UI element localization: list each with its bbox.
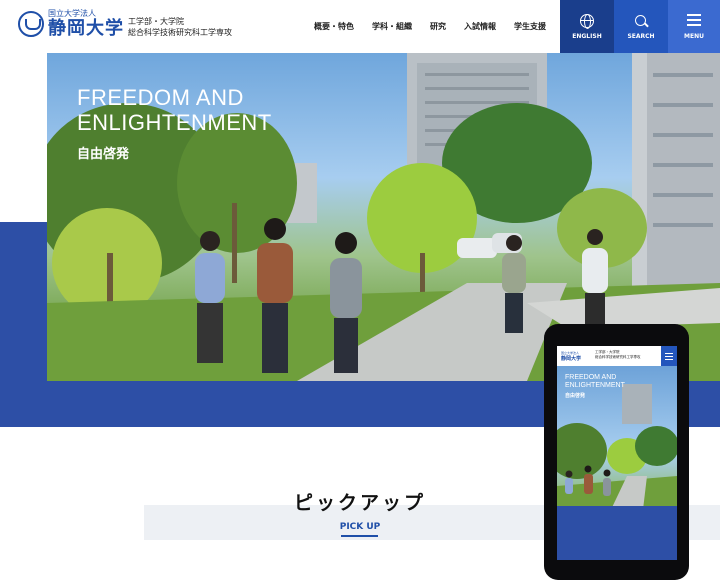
menu-button[interactable]: MENU <box>668 0 720 53</box>
mobile-logo[interactable]: 国立大学法人 静岡大学 <box>561 350 581 362</box>
english-label: ENGLISH <box>572 33 602 40</box>
mobile-header: 国立大学法人 静岡大学 工学部・大学院 総合科学技術研究科工学専攻 <box>557 346 677 366</box>
department-name[interactable]: 工学部・大学院 総合科学技術研究科工学専攻 <box>128 16 232 38</box>
global-nav: 概要・特色 学科・組織 研究 入試情報 学生支援 <box>314 21 546 32</box>
department-line-2: 総合科学技術研究科工学専攻 <box>128 28 232 37</box>
nav-item-departments[interactable]: 学科・組織 <box>372 21 412 32</box>
mobile-department-name: 工学部・大学院 総合科学技術研究科工学専攻 <box>595 350 641 360</box>
hero-title-line-1: FREEDOM AND <box>77 85 244 110</box>
nav-item-student-support[interactable]: 学生支援 <box>514 21 546 32</box>
pickup-underline <box>341 535 378 537</box>
mobile-blue-band <box>557 506 677 560</box>
mobile-hero-title-line-2: ENLIGHTENMENT <box>565 382 625 389</box>
hero-title-line-2: ENLIGHTENMENT <box>77 110 272 135</box>
department-line-1: 工学部・大学院 <box>128 17 184 26</box>
mobile-logo-title: 静岡大学 <box>561 356 582 362</box>
hero-title: FREEDOM AND ENLIGHTENMENT <box>77 85 272 135</box>
mobile-screen: FREEDOM AND ENLIGHTENMENT 自由啓発 国立大学法人 静岡… <box>557 346 677 560</box>
nav-item-research[interactable]: 研究 <box>430 21 446 32</box>
mobile-hero-title: FREEDOM AND ENLIGHTENMENT <box>565 374 625 390</box>
menu-label: MENU <box>684 33 704 40</box>
mobile-hero-title-line-1: FREEDOM AND <box>565 374 617 381</box>
hamburger-menu-icon <box>687 14 701 28</box>
mobile-hero: FREEDOM AND ENLIGHTENMENT 自由啓発 <box>557 366 677 560</box>
university-logo[interactable]: 国立大学法人 静岡大学 <box>18 10 124 38</box>
search-button[interactable]: SEARCH <box>614 0 668 53</box>
site-header: 国立大学法人 静岡大学 工学部・大学院 総合科学技術研究科工学専攻 概要・特色 … <box>0 0 720 53</box>
mobile-hero-subtitle: 自由啓発 <box>565 393 586 399</box>
nav-item-admissions[interactable]: 入試情報 <box>464 21 496 32</box>
pickup-heading: ピックアップ <box>293 492 426 514</box>
pickup-subheading: PICK UP <box>339 522 381 532</box>
search-label: SEARCH <box>627 33 655 40</box>
hero-subtitle: 自由啓発 <box>77 147 130 162</box>
logo-title: 静岡大学 <box>48 18 124 39</box>
mobile-menu-button[interactable] <box>661 346 677 366</box>
globe-icon <box>580 14 594 29</box>
english-button[interactable]: ENGLISH <box>560 0 614 53</box>
mobile-department-line-2: 総合科学技術研究科工学専攻 <box>595 355 641 359</box>
search-icon <box>634 14 648 28</box>
logo-subtitle: 国立大学法人 <box>48 9 96 18</box>
nav-item-overview[interactable]: 概要・特色 <box>314 21 354 32</box>
university-seal-icon <box>18 11 44 37</box>
smartphone-mockup: FREEDOM AND ENLIGHTENMENT 自由啓発 国立大学法人 静岡… <box>544 324 689 580</box>
